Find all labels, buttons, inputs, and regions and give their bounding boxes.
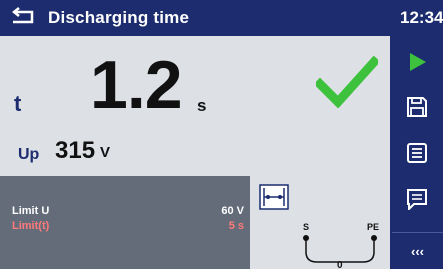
check-icon <box>316 56 378 108</box>
save-button[interactable] <box>390 87 443 127</box>
probe-s-label: S <box>303 222 309 232</box>
t-unit: s <box>197 96 207 115</box>
limit-t-value: 5 s <box>228 220 244 232</box>
list-icon <box>406 143 427 163</box>
limit-u-label: Limit U <box>12 205 50 217</box>
probe-diagram: S PE 0 <box>303 222 379 270</box>
t-label: t <box>14 91 22 116</box>
page-title: Discharging time <box>48 8 190 27</box>
clock: 12:34 <box>400 8 443 27</box>
return-arrow-icon <box>11 7 34 24</box>
back-button[interactable] <box>8 6 38 30</box>
more-button[interactable]: ‹‹‹ <box>392 232 443 270</box>
probe-pe-label: PE <box>367 222 379 232</box>
measurement-panel: t 1.2 s Up 315 V Limit U 60 V Limit(t) 5… <box>0 36 390 270</box>
run-button[interactable] <box>390 42 443 82</box>
play-icon <box>409 53 426 71</box>
list-button[interactable] <box>390 133 443 173</box>
t-value: 1.2 <box>90 47 183 123</box>
limit-u-row: Limit U 60 V <box>12 205 244 219</box>
limits-panel: Limit U 60 V Limit(t) 5 s <box>0 176 250 269</box>
limit-t-row: Limit(t) 5 s <box>12 220 244 234</box>
save-icon <box>406 97 427 117</box>
notes-icon <box>406 189 427 210</box>
header-bar: Discharging time 12:34 <box>0 0 443 36</box>
up-label: Up <box>18 146 40 163</box>
limit-u-value: 60 V <box>221 205 244 217</box>
limit-t-label: Limit(t) <box>12 220 50 232</box>
notes-button[interactable] <box>390 179 443 219</box>
up-value: 315 <box>55 137 96 164</box>
up-unit: V <box>100 144 111 161</box>
connection-icon <box>259 184 289 210</box>
